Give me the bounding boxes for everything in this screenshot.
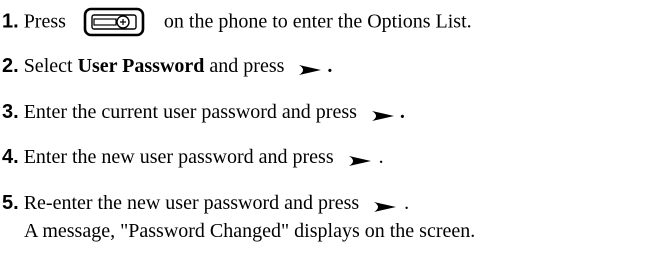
step-number: 3. xyxy=(2,101,19,123)
step-number: 2. xyxy=(2,55,19,77)
step-2: 2. Select User Password and press . xyxy=(2,54,332,78)
step-number: 1. xyxy=(2,10,19,33)
options-key-icon xyxy=(83,7,145,37)
menu-item-user-password: User Password xyxy=(77,55,205,77)
step-text-after: and press xyxy=(209,55,285,77)
step-text: Re-enter the new user password and press xyxy=(23,192,360,214)
trailing-period: . xyxy=(378,146,384,168)
step-5: 5. Re-enter the new user password and pr… xyxy=(2,191,409,215)
step-text: Enter the current user password and pres… xyxy=(23,101,357,123)
right-arrow-key-icon xyxy=(297,59,323,76)
trailing-period: . xyxy=(327,55,333,77)
step-number: 5. xyxy=(2,192,19,214)
right-arrow-key-icon xyxy=(372,196,398,213)
step-number: 4. xyxy=(2,146,19,168)
step-1: 1. Press on the phone to enter the Optio… xyxy=(2,7,472,38)
step-4: 4. Enter the new user password and press… xyxy=(2,145,384,169)
step-text: Enter the new user password and press xyxy=(23,146,334,168)
step-3: 3. Enter the current user password and p… xyxy=(2,100,405,124)
instruction-list: 1. Press on the phone to enter the Optio… xyxy=(0,0,657,259)
step-text-after: on the phone to enter the Options List. xyxy=(163,10,472,33)
right-arrow-key-icon xyxy=(370,105,396,122)
trailing-period: . xyxy=(404,192,410,214)
step-5-note: A message, "Password Changed" displays o… xyxy=(24,220,476,242)
step-text: Select xyxy=(23,55,73,77)
step-text: Press xyxy=(23,10,66,33)
right-arrow-key-icon xyxy=(347,150,373,167)
trailing-period: . xyxy=(399,101,405,123)
